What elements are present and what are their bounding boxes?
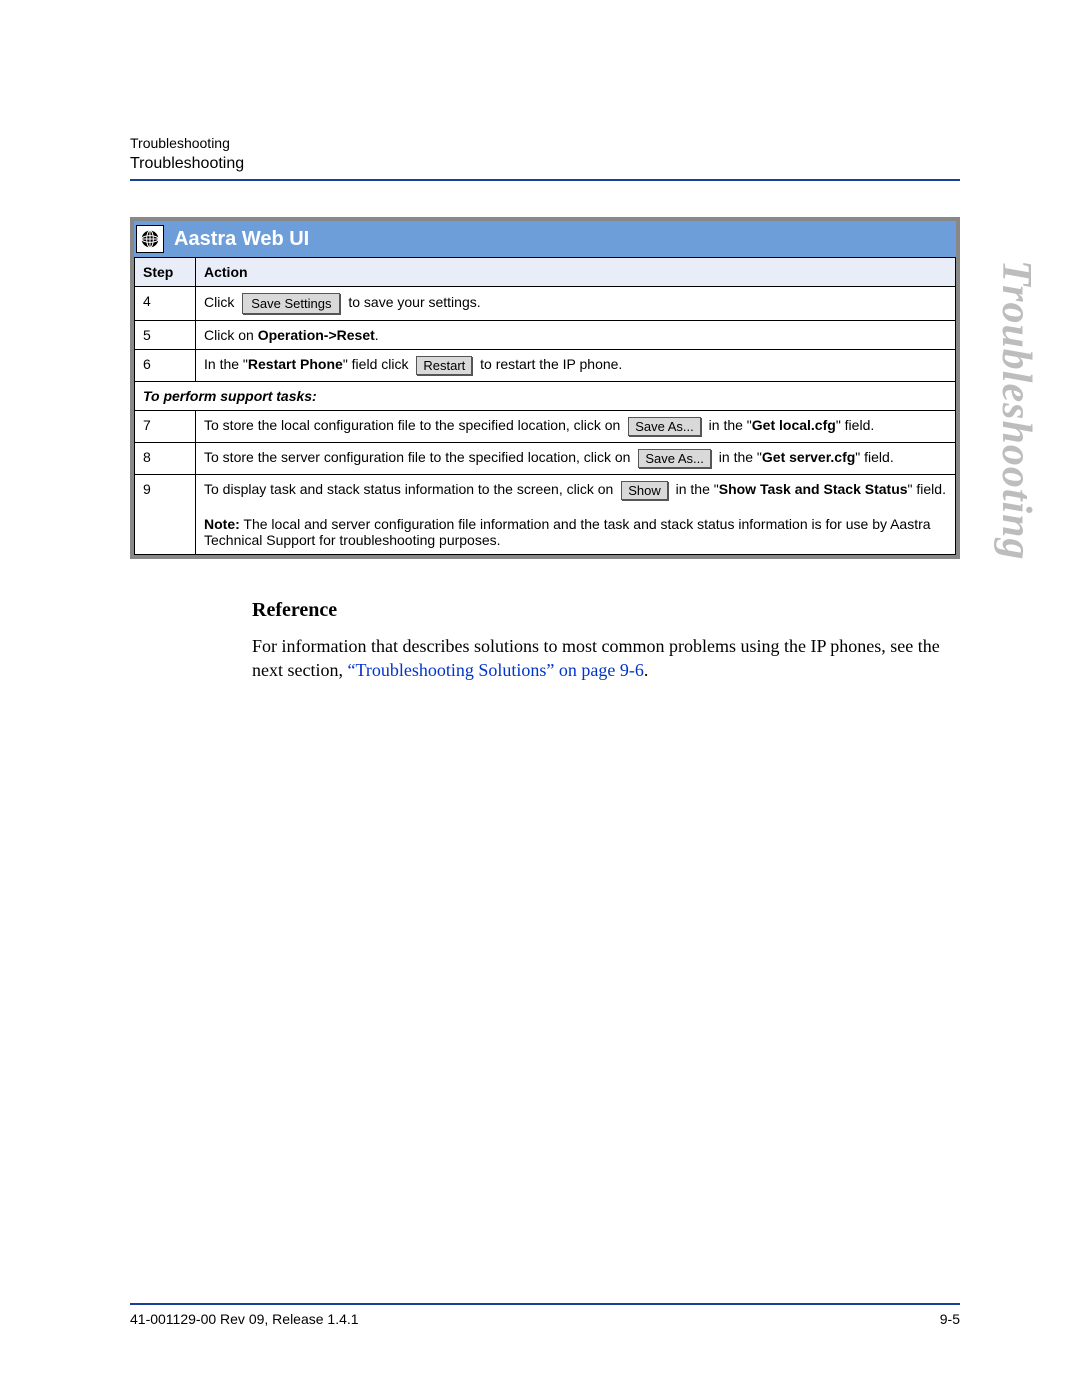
col-action: Action	[196, 258, 956, 287]
text: in the "	[719, 449, 762, 465]
text-bold: Show Task and Stack Status	[719, 481, 908, 497]
sub-header: To perform support tasks:	[135, 382, 956, 411]
save-settings-button[interactable]: Save Settings	[242, 293, 340, 314]
reference-section: Reference For information that describes…	[252, 599, 940, 683]
save-as-button[interactable]: Save As...	[638, 449, 711, 468]
text: to save your settings.	[348, 294, 480, 310]
xref-link[interactable]: page 9-6	[581, 660, 643, 680]
header-rule	[130, 179, 960, 181]
text: on	[554, 660, 581, 680]
procedure-table: Step Action 4 Click Save Settings to sav…	[134, 257, 956, 555]
step-action: In the "Restart Phone" field click Resta…	[196, 350, 956, 382]
text: in the "	[676, 481, 719, 497]
table-row: 5 Click on Operation->Reset.	[135, 321, 956, 350]
footer-left: 41-001129-00 Rev 09, Release 1.4.1	[130, 1311, 359, 1327]
xref-link[interactable]: “Troubleshooting Solutions”	[347, 660, 554, 680]
text-bold: Note:	[204, 516, 240, 532]
footer-right: 9-5	[940, 1311, 960, 1327]
text: To store the local configuration file to…	[204, 417, 620, 433]
text: " field.	[908, 481, 946, 497]
footer: 41-001129-00 Rev 09, Release 1.4.1 9-5	[130, 1303, 960, 1327]
breadcrumb-chapter: Troubleshooting	[130, 135, 960, 151]
footer-rule	[130, 1303, 960, 1305]
side-tab-label: Troubleshooting	[992, 260, 1040, 561]
reference-paragraph: For information that describes solutions…	[252, 634, 940, 683]
table-row: 6 In the "Restart Phone" field click Res…	[135, 350, 956, 382]
step-action: Click Save Settings to save your setting…	[196, 287, 956, 321]
text: To display task and stack status informa…	[204, 481, 613, 497]
text: Click	[204, 294, 234, 310]
text-bold: Get server.cfg	[762, 449, 855, 465]
table-row: To perform support tasks:	[135, 382, 956, 411]
restart-button[interactable]: Restart	[416, 356, 472, 375]
text: .	[644, 660, 649, 680]
text: Click on	[204, 327, 258, 343]
text: To store the server configuration file t…	[204, 449, 630, 465]
text: " field.	[836, 417, 874, 433]
text: In the "	[204, 356, 248, 372]
table-row: 7 To store the local configuration file …	[135, 411, 956, 443]
table-row: 4 Click Save Settings to save your setti…	[135, 287, 956, 321]
table-row: 9 To display task and stack status infor…	[135, 475, 956, 555]
procedure-title: Aastra Web UI	[174, 228, 309, 251]
step-action: To display task and stack status informa…	[196, 475, 956, 555]
breadcrumb-section: Troubleshooting	[130, 155, 960, 173]
text: The local and server configuration file …	[204, 516, 931, 548]
text: " field click	[343, 356, 409, 372]
step-action: To store the local configuration file to…	[196, 411, 956, 443]
text: " field.	[855, 449, 893, 465]
text-bold: Restart Phone	[248, 356, 343, 372]
step-number: 4	[135, 287, 196, 321]
step-number: 6	[135, 350, 196, 382]
step-number: 5	[135, 321, 196, 350]
reference-heading: Reference	[252, 599, 940, 622]
show-button[interactable]: Show	[621, 481, 668, 500]
step-number: 9	[135, 475, 196, 555]
procedure-titlebar: Aastra Web UI	[134, 221, 956, 257]
text: to restart the IP phone.	[480, 356, 622, 372]
step-action: To store the server configuration file t…	[196, 443, 956, 475]
col-step: Step	[135, 258, 196, 287]
save-as-button[interactable]: Save As...	[628, 417, 701, 436]
table-row: 8 To store the server configuration file…	[135, 443, 956, 475]
text-bold: Get local.cfg	[752, 417, 836, 433]
step-action: Click on Operation->Reset.	[196, 321, 956, 350]
procedure-box: Aastra Web UI Step Action 4 Click Save S…	[130, 217, 960, 559]
text: in the "	[709, 417, 752, 433]
text-bold: Operation->Reset	[258, 327, 375, 343]
text: .	[375, 327, 379, 343]
step-number: 8	[135, 443, 196, 475]
globe-icon	[136, 225, 164, 253]
step-number: 7	[135, 411, 196, 443]
